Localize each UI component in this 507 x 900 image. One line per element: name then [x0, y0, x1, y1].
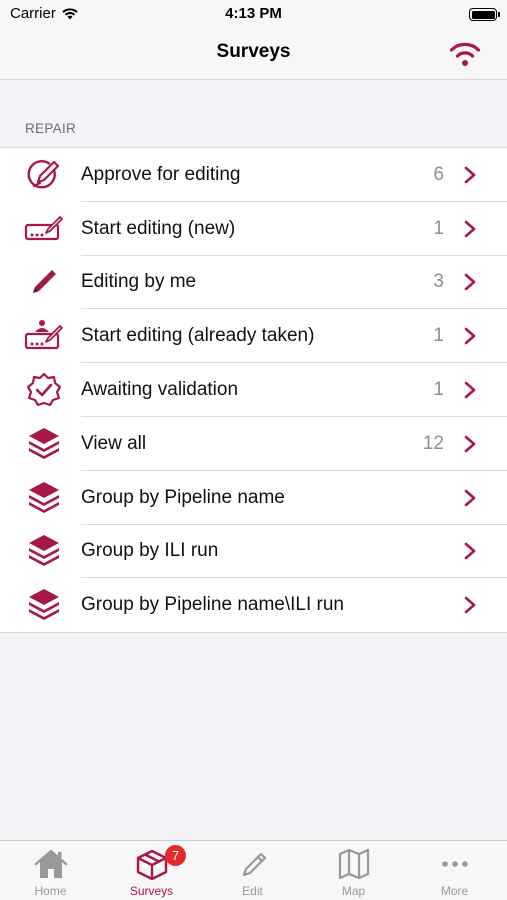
row-count: 3: [433, 271, 444, 293]
row-count: 1: [433, 217, 444, 239]
pencil-icon: [24, 264, 64, 300]
start-editing-icon: [24, 211, 64, 247]
repair-list: Approve for editing 6 Start editing (new…: [0, 147, 507, 634]
tab-home[interactable]: Home: [0, 841, 101, 900]
row-label: Group by ILI run: [81, 540, 219, 562]
chevron-right-icon: [464, 435, 476, 453]
wifi-icon: [449, 42, 481, 66]
row-label: Editing by me: [81, 271, 197, 293]
chevron-right-icon: [464, 274, 476, 291]
approve-edit-icon: [24, 157, 64, 193]
status-bar: Carrier 4:13 PM: [0, 0, 507, 28]
tab-label: Map: [341, 884, 366, 898]
connection-button[interactable]: [447, 40, 483, 68]
tab-edit[interactable]: Edit: [202, 841, 303, 900]
tab-map[interactable]: Map: [303, 841, 404, 900]
row-label: Group by Pipeline name\ILI run: [81, 594, 344, 616]
section-header-repair: REPAIR: [25, 121, 77, 136]
row-start-editing-new[interactable]: Start editing (new) 1: [0, 202, 507, 256]
row-label: Group by Pipeline name: [81, 486, 285, 508]
layers-icon: [24, 426, 64, 462]
chevron-right-icon: [464, 327, 476, 345]
start-editing-taken-icon: [24, 318, 64, 354]
chevron-right-icon: [464, 220, 476, 237]
home-icon: [34, 849, 67, 878]
status-time: 4:13 PM: [225, 5, 282, 22]
row-group-by-pipeline-name[interactable]: Group by Pipeline name: [0, 471, 507, 525]
row-count: 1: [433, 379, 444, 401]
row-label: View all: [81, 432, 147, 454]
tab-more[interactable]: More: [404, 841, 505, 900]
layers-icon: [24, 587, 64, 623]
more-dots-icon: [441, 861, 468, 867]
page-title: Surveys: [216, 41, 291, 62]
row-count: 6: [433, 163, 444, 185]
row-label: Awaiting validation: [81, 379, 239, 401]
surveys-box-icon: [136, 849, 167, 881]
row-view-all[interactable]: View all 12: [0, 417, 507, 471]
layers-icon: [24, 480, 64, 516]
row-start-editing-already-taken[interactable]: Start editing (already taken) 1: [0, 309, 507, 364]
row-awaiting-validation[interactable]: Awaiting validation 1: [0, 363, 507, 417]
verified-badge-icon: [24, 372, 64, 408]
notification-badge: 7: [165, 845, 186, 866]
row-label: Start editing (already taken): [81, 325, 315, 347]
row-label: Approve for editing: [81, 163, 241, 185]
layers-icon: [24, 533, 64, 569]
chevron-right-icon: [464, 543, 476, 560]
chevron-right-icon: [464, 596, 476, 614]
row-editing-by-me[interactable]: Editing by me 3: [0, 256, 507, 310]
pencil-icon: [242, 852, 266, 877]
tab-surveys[interactable]: 7 Surveys: [101, 841, 202, 900]
map-icon: [338, 848, 369, 880]
chevron-right-icon: [464, 489, 476, 506]
tab-bar: Home 7 Surveys Edit Map More: [0, 840, 507, 900]
navigation-bar: Surveys: [0, 28, 507, 80]
row-group-by-pipeline-name-ili-run[interactable]: Group by Pipeline name\ILI run: [0, 578, 507, 632]
tab-label: Edit: [242, 884, 263, 898]
row-count: 1: [433, 325, 444, 347]
row-label: Start editing (new): [81, 217, 236, 239]
battery-icon: [469, 8, 500, 21]
row-approve-for-editing[interactable]: Approve for editing 6: [0, 148, 507, 202]
chevron-right-icon: [464, 381, 476, 399]
chevron-right-icon: [464, 166, 476, 184]
row-group-by-ili-run[interactable]: Group by ILI run: [0, 525, 507, 579]
tab-label: Surveys: [129, 884, 174, 898]
tab-label: More: [440, 884, 469, 898]
tab-label: Home: [34, 884, 67, 898]
row-count: 12: [422, 432, 444, 454]
